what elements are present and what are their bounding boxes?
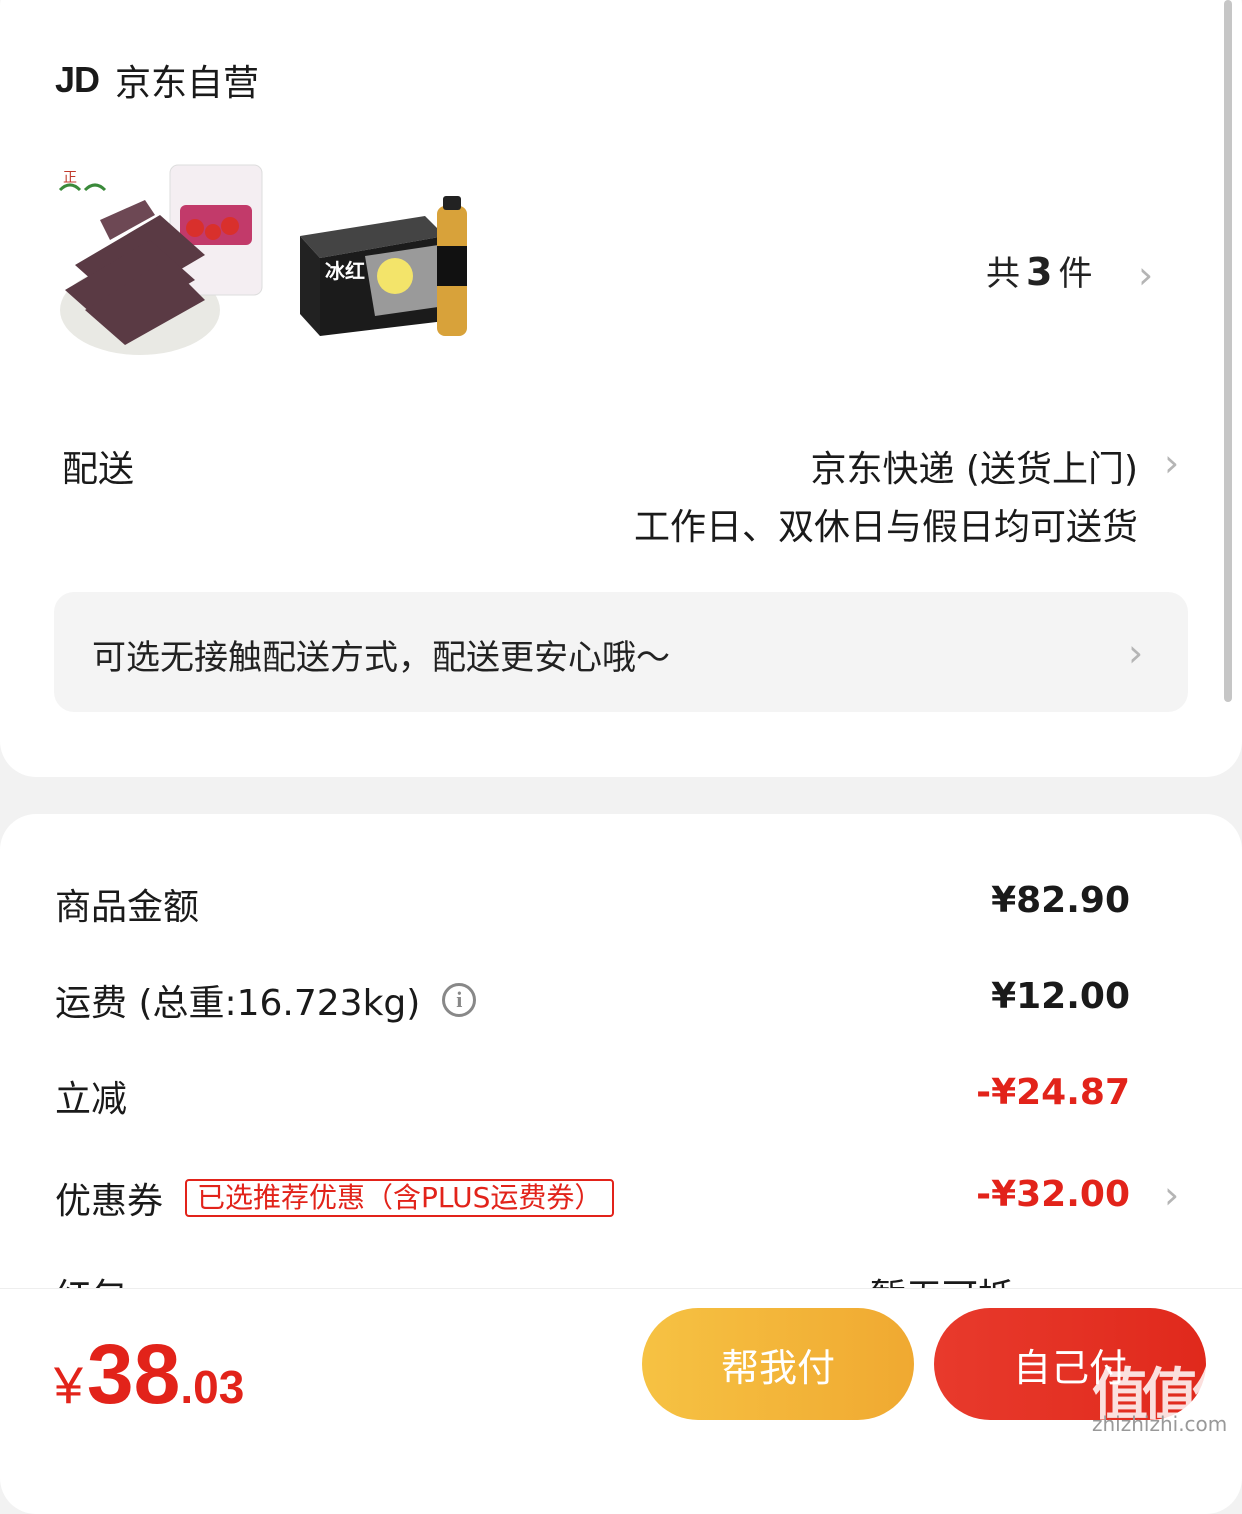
shipping-fee-value: ¥12.00	[991, 976, 1130, 1017]
currency-symbol: ¥	[54, 1357, 83, 1415]
info-icon[interactable]: i	[442, 983, 477, 1017]
chevron-right-icon[interactable]: ›	[1164, 1176, 1179, 1214]
chevron-right-icon[interactable]: ›	[1164, 444, 1179, 482]
notice-text: 可选无接触配送方式，配送更安心哦～	[92, 638, 670, 678]
shop-name: 京东自营	[115, 63, 260, 104]
total-price: ¥ 38 .03	[54, 1326, 244, 1423]
svg-text:冰红: 冰红	[325, 259, 365, 283]
instant-discount-label: 立减	[55, 1070, 127, 1122]
jd-logo: JD	[55, 59, 100, 100]
instant-discount-value: -¥24.87	[976, 1072, 1130, 1113]
delivery-method[interactable]: 京东快递 (送货上门)	[810, 440, 1138, 492]
item-count-prefix: 共	[986, 254, 1020, 294]
shipping-fee-label-text: 运费 (总重:16.723kg)	[55, 983, 421, 1024]
instant-discount-label-text: 立减	[55, 1079, 128, 1120]
shop-header: JD 京东自营	[55, 56, 259, 104]
shipping-fee-label: 运费 (总重:16.723kg) i	[55, 974, 477, 1026]
watermark-url: zhizhizhi.com	[1092, 1412, 1228, 1436]
goods-amount-label-text: 商品金额	[55, 887, 200, 928]
delivery-schedule: 工作日、双休日与假日均可送货	[633, 507, 1138, 548]
coupon-tag[interactable]: 已选推荐优惠（含PLUS运费券）	[185, 1179, 615, 1217]
total-price-integer: 38	[86, 1327, 181, 1421]
goods-amount-label: 商品金额	[55, 878, 199, 930]
goods-amount-value: ¥82.90	[991, 880, 1130, 921]
contactless-delivery-notice[interactable]: 可选无接触配送方式，配送更安心哦～ ›	[54, 592, 1188, 712]
coupon-label[interactable]: 优惠券 已选推荐优惠（含PLUS运费券）	[55, 1172, 615, 1224]
item-count[interactable]: 共 3 件	[986, 246, 1092, 295]
help-pay-button[interactable]: 帮我付	[642, 1308, 914, 1420]
chevron-right-icon[interactable]: ›	[1138, 256, 1153, 294]
scrollbar[interactable]	[1224, 0, 1232, 702]
hawthorn-snack-product-image[interactable]: 正	[55, 160, 265, 370]
chevron-right-icon[interactable]: ›	[1128, 634, 1143, 672]
coupon-label-text: 优惠券	[55, 1181, 164, 1222]
ice-tea-case-product-image[interactable]: 冰红	[295, 196, 480, 346]
coupon-value[interactable]: -¥32.00	[976, 1174, 1130, 1215]
item-count-suffix: 件	[1058, 254, 1093, 294]
total-price-decimal: .03	[180, 1361, 245, 1413]
delivery-label: 配送	[62, 449, 135, 490]
item-count-number: 3	[1026, 250, 1053, 294]
